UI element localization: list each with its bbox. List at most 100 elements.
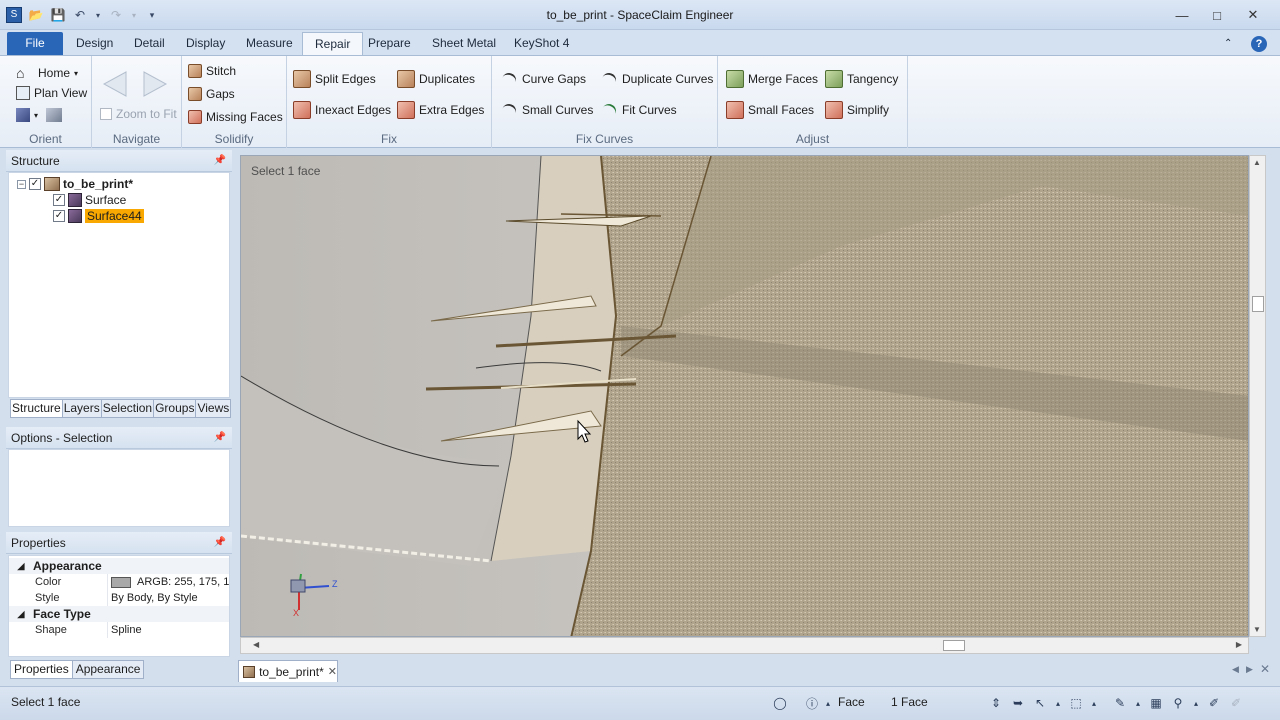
inexact-edges-button[interactable]: Inexact Edges [293,101,391,119]
record-icon[interactable]: ◯ [772,695,788,711]
scroll-right-icon[interactable]: ▶ [1236,640,1242,649]
scroll-left-icon[interactable]: ◀ [253,640,259,649]
select-tool-icon[interactable]: ➥ [1010,695,1026,711]
chevron-up-icon[interactable]: ▴ [1090,695,1098,711]
tab-selection[interactable]: Selection [100,399,155,418]
layers-icon[interactable]: ▦ [1148,695,1164,711]
sketch-icon[interactable]: ✎ [1112,695,1128,711]
simplify-button[interactable]: Simplify [825,101,889,119]
collapse-triangle-icon[interactable]: ◢ [9,561,33,572]
back-arrow-icon[interactable] [102,70,128,98]
duplicates-icon [397,70,415,88]
fit-curves-button[interactable]: Fit Curves [600,101,677,119]
missing-faces-button[interactable]: Missing Faces [188,110,283,124]
properties-grid: ◢ Appearance Color ARGB: 255, 175, 18 St… [8,555,230,657]
chevron-up-icon[interactable]: ▴ [824,695,832,711]
close-document-icon[interactable]: ✕ [1260,662,1270,676]
close-tab-icon[interactable]: ✕ [328,665,337,678]
duplicate-curves-button[interactable]: Duplicate Curves [600,70,713,88]
pin-icon[interactable]: 📌 [214,150,226,172]
vertical-scrollbar[interactable]: ▲ ▼ [1249,155,1266,637]
curve-gaps-button[interactable]: Curve Gaps [500,70,586,88]
tab-groups[interactable]: Groups [153,399,197,418]
horizontal-scroll-thumb[interactable] [943,640,965,651]
vertical-scroll-thumb[interactable] [1252,296,1264,312]
merge-faces-button[interactable]: Merge Faces [726,70,818,88]
eraser-icon[interactable]: ✐ [1228,695,1244,711]
gaps-button[interactable]: Gaps [188,87,235,101]
sort-icon[interactable]: ⇕ [988,695,1004,711]
ribbon-collapse-icon[interactable]: ⌃ [1220,32,1236,55]
tab-detail[interactable]: Detail [122,32,177,55]
property-row-color[interactable]: Color ARGB: 255, 175, 18 [9,574,229,590]
document-tab[interactable]: to_be_print* ✕ [238,660,338,682]
visibility-checkbox[interactable]: ✓ [53,194,65,206]
visibility-checkbox[interactable]: ✓ [53,210,65,222]
chevron-up-icon[interactable]: ▴ [1192,695,1200,711]
pointer-icon[interactable]: ↖ [1032,695,1048,711]
tab-display[interactable]: Display [174,32,237,55]
tab-sheet-metal[interactable]: Sheet Metal [420,32,508,55]
collapse-icon[interactable]: − [17,179,26,189]
tab-design[interactable]: Design [64,32,125,55]
pin-icon[interactable]: 📌 [214,427,226,449]
tab-properties[interactable]: Properties [10,660,73,679]
property-value[interactable]: ARGB: 255, 175, 18 [107,574,229,590]
scroll-down-icon[interactable]: ▼ [1253,625,1261,634]
zoom-to-fit-checkbox[interactable] [100,108,112,120]
color-swatch[interactable] [111,576,131,588]
property-row-style[interactable]: Style By Body, By Style [9,590,229,606]
selection-filter[interactable]: Face [838,695,865,709]
property-category-appearance[interactable]: ◢ Appearance [9,558,229,574]
forward-arrow-icon[interactable] [142,70,168,98]
tab-scroll-left-icon[interactable]: ◀ [1232,664,1239,675]
3d-viewport[interactable]: Select 1 face Z X [240,155,1249,637]
surface-body-icon [68,193,82,207]
zoom-icon[interactable]: ⚲ [1170,695,1186,711]
group-label-navigate: Navigate [112,132,161,146]
tab-structure[interactable]: Structure [10,399,63,418]
minimize-icon[interactable]: — [1168,5,1196,25]
help-icon[interactable]: ? [1251,36,1267,52]
scroll-up-icon[interactable]: ▲ [1253,158,1261,167]
tab-views[interactable]: Views [195,399,232,418]
plan-view-button[interactable]: Plan View [16,86,87,100]
info-icon[interactable]: ⓘ [804,695,820,711]
tab-prepare[interactable]: Prepare [356,32,423,55]
small-curves-button[interactable]: Small Curves [500,101,593,119]
duplicates-button[interactable]: Duplicates [397,70,475,88]
model-render[interactable] [241,156,1249,637]
tab-repair[interactable]: Repair [302,32,364,55]
tab-scroll-right-icon[interactable]: ▶ [1246,664,1253,675]
property-row-shape[interactable]: Shape Spline [9,622,229,638]
chevron-up-icon[interactable]: ▴ [1134,695,1142,711]
horizontal-scrollbar[interactable]: ◀ ▶ [240,637,1249,654]
tab-measure[interactable]: Measure [234,32,305,55]
property-value[interactable]: Spline [107,622,229,638]
tree-root[interactable]: − ✓ to_be_print* [17,176,133,192]
tree-item-surface44[interactable]: ✓ Surface44 [53,208,144,224]
property-value[interactable]: By Body, By Style [107,590,229,606]
maximize-icon[interactable]: □ [1203,5,1231,25]
pin-icon[interactable]: 📌 [214,532,226,554]
tab-appearance[interactable]: Appearance [71,660,145,679]
chevron-up-icon[interactable]: ▴ [1054,695,1062,711]
view-cube-button[interactable]: ▾ [16,108,63,122]
extra-edges-button[interactable]: Extra Edges [397,101,484,119]
zoom-to-fit-button[interactable]: Zoom to Fit [100,107,177,121]
property-category-face-type[interactable]: ◢ Face Type [9,606,229,622]
stitch-button[interactable]: Stitch [188,64,236,78]
tab-keyshot[interactable]: KeyShot 4 [502,32,581,55]
tangency-button[interactable]: Tangency [825,70,898,88]
tab-layers[interactable]: Layers [61,399,102,418]
visibility-checkbox[interactable]: ✓ [29,178,41,190]
collapse-triangle-icon[interactable]: ◢ [9,609,33,620]
close-icon[interactable]: ✕ [1239,5,1267,25]
tab-file[interactable]: File [7,32,63,55]
small-faces-button[interactable]: Small Faces [726,101,814,119]
home-button[interactable]: ⌂ Home ▾ [16,64,78,82]
box-select-icon[interactable]: ⬚ [1068,695,1084,711]
split-edges-button[interactable]: Split Edges [293,70,376,88]
pen-icon[interactable]: ✐ [1206,695,1222,711]
tree-item-surface[interactable]: ✓ Surface [53,192,126,208]
